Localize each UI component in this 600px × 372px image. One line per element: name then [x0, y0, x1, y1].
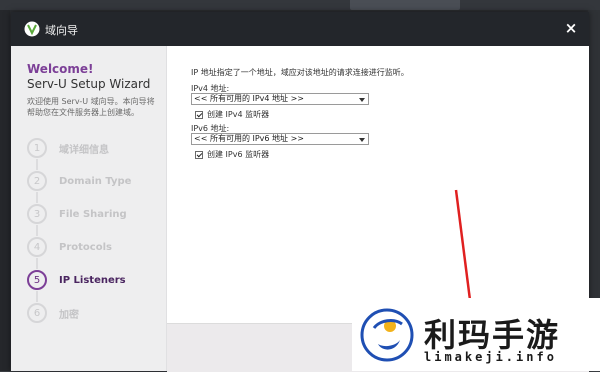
step-connector	[36, 159, 38, 170]
step-connector	[36, 291, 38, 302]
step-label: IP Listeners	[59, 274, 126, 286]
watermark-url: limakeji.info	[424, 350, 557, 364]
step-label: Domain Type	[59, 175, 132, 187]
ipv6-listener-label: 创建 IPv6 监听器	[207, 150, 270, 159]
step-label: Protocols	[59, 241, 112, 253]
serv-u-logo-icon	[24, 21, 40, 37]
step-number-circle: 1	[27, 138, 47, 158]
step-number-circle: 4	[27, 237, 47, 257]
watermark-logo-icon	[360, 308, 414, 362]
ipv4-listener-checkbox[interactable]	[195, 110, 203, 119]
ipv6-select-value: << 所有可用的 IPv6 地址 >>	[194, 134, 304, 143]
step-label: File Sharing	[59, 208, 127, 220]
wizard-description: 欢迎使用 Serv-U 域向导。本向导将帮助您在文件服务器上创建域。	[27, 97, 155, 117]
background-sidebar	[0, 10, 10, 371]
watermark-badge: 利玛手游 limakeji.info	[352, 298, 600, 371]
step-connector	[36, 192, 38, 203]
step-number-circle: 3	[27, 204, 47, 224]
wizard-step-1[interactable]: 1 域详细信息	[27, 137, 163, 159]
background-tab	[350, 0, 460, 10]
wizard-step-3[interactable]: 3 File Sharing	[27, 203, 163, 225]
welcome-heading: Welcome!	[27, 62, 94, 76]
step-label: 域详细信息	[59, 144, 109, 156]
chevron-down-icon	[359, 98, 365, 102]
wizard-step-2[interactable]: 2 Domain Type	[27, 170, 163, 192]
ipv4-listener-label: 创建 IPv4 监听器	[207, 110, 270, 119]
ipv4-listener-checkbox-row[interactable]: 创建 IPv4 监听器	[195, 109, 269, 120]
ipv4-select-value: << 所有可用的 IPv4 地址 >>	[194, 94, 304, 103]
ipv6-listener-checkbox-row[interactable]: 创建 IPv6 监听器	[195, 149, 269, 160]
step-number-circle: 2	[27, 171, 47, 191]
step-connector	[36, 258, 38, 269]
wizard-step-5[interactable]: 5 IP Listeners	[27, 269, 163, 291]
ipv4-address-select[interactable]: << 所有可用的 IPv4 地址 >>	[191, 93, 369, 105]
wizard-step-4[interactable]: 4 Protocols	[27, 236, 163, 258]
ipv6-listener-checkbox[interactable]	[195, 150, 203, 159]
step-number-circle: 5	[27, 270, 47, 290]
wizard-title: Serv-U Setup Wizard	[27, 77, 151, 91]
step-number-circle: 6	[27, 303, 47, 323]
dialog-titlebar: 域向导 ×	[11, 12, 589, 46]
ipv6-address-select[interactable]: << 所有可用的 IPv6 地址 >>	[191, 133, 369, 145]
background-topbar	[0, 0, 600, 10]
dialog-title: 域向导	[45, 24, 78, 37]
step-connector	[36, 225, 38, 236]
ip-intro-text: IP 地址指定了一个地址，域应对该地址的请求连接进行监听。	[191, 68, 409, 77]
wizard-step-6[interactable]: 6 加密	[27, 302, 163, 324]
wizard-sidebar: Welcome! Serv-U Setup Wizard 欢迎使用 Serv-U…	[11, 46, 167, 371]
step-label: 加密	[59, 309, 79, 321]
close-button[interactable]: ×	[563, 20, 579, 36]
chevron-down-icon	[359, 138, 365, 142]
